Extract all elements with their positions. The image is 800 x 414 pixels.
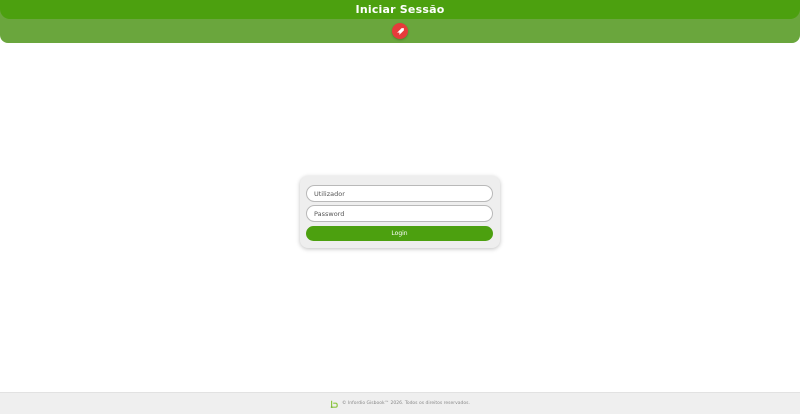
footer: © Infordio Gisbook™ 2026. Todos os direi…: [0, 392, 800, 414]
login-button[interactable]: Login: [306, 226, 493, 241]
rocket-icon: [396, 27, 404, 35]
copyright-text: © Infordio Gisbook™ 2026. Todos os direi…: [342, 401, 470, 406]
infordio-logo-icon: [330, 400, 338, 408]
header-bar: Iniciar Sessão: [0, 0, 800, 43]
title-bar: Iniciar Sessão: [0, 0, 800, 19]
username-field[interactable]: [306, 185, 493, 202]
page-title: Iniciar Sessão: [355, 3, 445, 16]
password-field[interactable]: [306, 205, 493, 222]
login-form: Login: [300, 176, 500, 248]
rocket-button[interactable]: [392, 23, 408, 39]
